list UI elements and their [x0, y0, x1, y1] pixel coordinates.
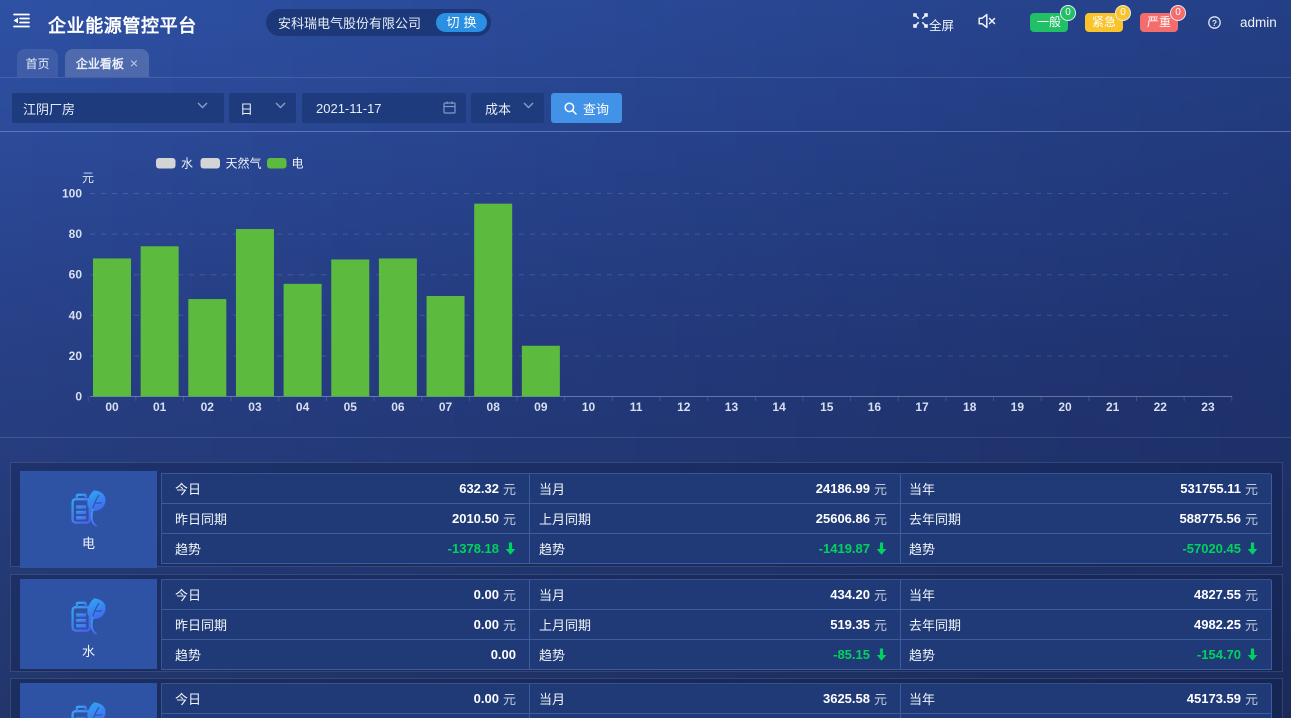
svg-text:02: 02 [201, 400, 215, 414]
svg-text:水: 水 [181, 157, 193, 171]
svg-text:天然气: 天然气 [226, 156, 262, 171]
svg-text:?: ? [1212, 18, 1217, 28]
svg-text:15: 15 [820, 400, 834, 414]
svg-text:08: 08 [487, 400, 501, 414]
svg-text:23: 23 [1201, 400, 1215, 414]
svg-text:12: 12 [677, 400, 691, 414]
svg-text:22: 22 [1154, 400, 1168, 414]
svg-text:0: 0 [75, 390, 82, 404]
svg-text:09: 09 [534, 400, 548, 414]
svg-text:100: 100 [62, 187, 82, 201]
svg-text:20: 20 [1058, 400, 1072, 414]
svg-text:20: 20 [69, 349, 83, 363]
svg-text:18: 18 [963, 400, 977, 414]
svg-text:80: 80 [69, 227, 83, 241]
svg-text:电: 电 [292, 157, 304, 171]
svg-text:元: 元 [82, 171, 94, 185]
svg-text:10: 10 [582, 400, 596, 414]
svg-text:16: 16 [868, 400, 882, 414]
svg-text:13: 13 [725, 400, 739, 414]
svg-text:05: 05 [344, 400, 358, 414]
svg-text:06: 06 [391, 400, 405, 414]
svg-text:04: 04 [296, 400, 310, 414]
svg-text:00: 00 [105, 400, 119, 414]
svg-text:21: 21 [1106, 400, 1120, 414]
svg-text:60: 60 [69, 268, 83, 282]
svg-text:11: 11 [630, 400, 643, 414]
svg-text:17: 17 [915, 400, 929, 414]
svg-text:19: 19 [1011, 400, 1025, 414]
svg-text:07: 07 [439, 400, 453, 414]
svg-text:03: 03 [248, 400, 262, 414]
svg-text:01: 01 [153, 400, 167, 414]
svg-text:14: 14 [772, 400, 786, 414]
svg-text:40: 40 [69, 308, 83, 322]
